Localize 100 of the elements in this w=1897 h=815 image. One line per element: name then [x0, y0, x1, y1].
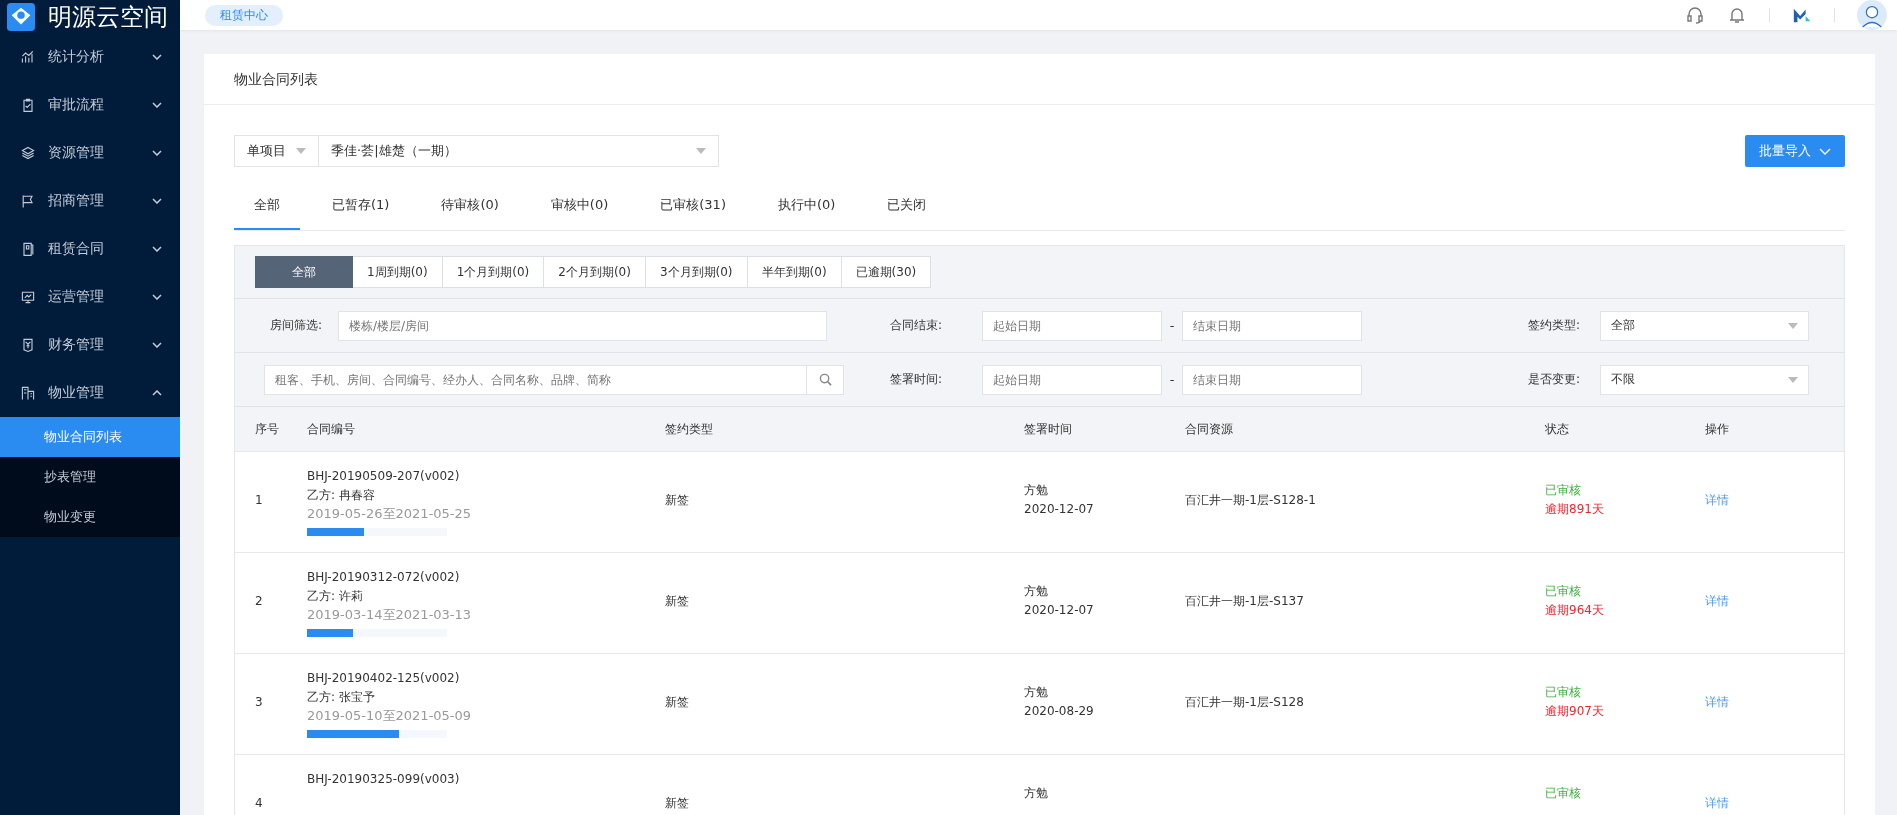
tenant-name: 乙方: 许莉 [307, 588, 363, 604]
chevron-down-icon [152, 342, 162, 348]
chevron-down-icon [152, 198, 162, 204]
overdue-text: 逾期907天 [1545, 703, 1604, 719]
date-separator: - [1168, 372, 1176, 387]
end-date-field[interactable]: 结束日期 [1182, 310, 1362, 341]
status-text: 已审核 [1545, 482, 1581, 498]
submenu-item[interactable]: 抄表管理 [0, 457, 180, 497]
filter-select[interactable]: 不限 [1600, 364, 1809, 395]
room-field[interactable]: 楼栋/楼层/房间 [338, 310, 827, 341]
sign-type: 新签 [665, 492, 690, 508]
status-tab[interactable]: 全部 [234, 184, 300, 230]
status-tab[interactable]: 待审核(0) [421, 184, 519, 230]
chevron-down-icon [152, 150, 162, 156]
expiry-tab[interactable]: 1周到期(0) [353, 256, 443, 288]
menu-icon [20, 49, 36, 65]
status-text: 已审核 [1545, 583, 1581, 599]
menu-icon [20, 289, 36, 305]
menu-icon [20, 337, 36, 353]
filter-label: 房间筛选: [270, 317, 324, 334]
status-tab[interactable]: 已审核(31) [640, 184, 746, 230]
contract-resource: 百汇井一期-1层-S137 [1185, 593, 1305, 609]
menu-item[interactable]: 物业管理 [0, 369, 180, 417]
status-text: 已审核 [1545, 684, 1581, 700]
column-header: 操作 [1705, 420, 1730, 438]
status-tab[interactable]: 已关闭 [867, 184, 947, 230]
menu-icon [20, 193, 36, 209]
expiry-tab[interactable]: 已逾期(30) [841, 256, 932, 288]
start-date-field[interactable]: 起始日期 [982, 310, 1162, 341]
row-number: 2 [254, 593, 264, 609]
signer-name: 方勉 [1024, 482, 1048, 498]
expiry-tab[interactable]: 3个月到期(0) [645, 256, 748, 288]
end-date-field[interactable]: 结束日期 [1182, 364, 1362, 395]
row-number: 1 [254, 492, 264, 508]
sign-type: 新签 [665, 795, 690, 811]
signer-name: 方勉 [1024, 785, 1048, 801]
menu-item[interactable]: 租赁合同 [0, 225, 180, 273]
contract-resource: 百汇井一期-1层-S128-1 [1185, 492, 1317, 508]
search-icon[interactable] [818, 373, 832, 386]
contract-code: BHJ-20190402-125(v002) [307, 670, 460, 686]
sign-date: 2020-08-29 [1024, 703, 1094, 719]
column-header: 签约类型 [665, 420, 714, 438]
overdue-text: 逾期891天 [1545, 501, 1604, 517]
menu-icon [20, 145, 36, 161]
menu-item[interactable]: 招商管理 [0, 177, 180, 225]
expiry-tab[interactable]: 2个月到期(0) [544, 256, 646, 288]
status-tab[interactable]: 审核中(0) [530, 184, 629, 230]
column-header: 合同资源 [1185, 420, 1234, 438]
row-number: 3 [254, 694, 264, 710]
chevron-down-icon [152, 102, 162, 108]
expiry-tab[interactable]: 全部 [255, 256, 353, 288]
menu-item[interactable]: 资源管理 [0, 129, 180, 177]
signer-name: 方勉 [1024, 583, 1048, 599]
date-separator: - [1168, 318, 1176, 333]
contract-resource: 百汇井一期-1层-S128 [1185, 694, 1305, 710]
filter-label: 合同结束: [890, 317, 944, 334]
tenant-name: 乙方: 冉春容 [307, 487, 375, 503]
menu-icon [20, 385, 36, 401]
submenu-item[interactable]: 物业变更 [0, 497, 180, 537]
menu-item[interactable]: 审批流程 [0, 81, 180, 129]
row-number: 4 [254, 795, 264, 811]
signer-name: 方勉 [1024, 684, 1048, 700]
sign-type: 新签 [665, 694, 690, 710]
expiry-tab[interactable]: 半年到期(0) [747, 256, 842, 288]
contract-period: 2019-05-26至2021-05-25 [307, 506, 472, 522]
start-date-field[interactable]: 起始日期 [982, 364, 1162, 395]
tenant-name: 乙方: 张宝予 [307, 689, 375, 705]
logo-icon [6, 2, 36, 31]
chevron-down-icon [152, 294, 162, 300]
column-header: 状态 [1545, 420, 1570, 438]
brand-name: 明源云空间 [48, 1, 168, 33]
user-avatar[interactable] [1857, 0, 1887, 30]
sign-date: 2020-12-07 [1024, 602, 1094, 618]
column-header: 签署时间 [1024, 420, 1073, 438]
sign-type: 新签 [665, 593, 690, 609]
status-tab[interactable]: 已暂存(1) [312, 184, 410, 230]
filter-select[interactable]: 全部 [1600, 310, 1809, 341]
menu-item[interactable]: 运营管理 [0, 273, 180, 321]
contract-code: BHJ-20190509-207(v002) [307, 468, 460, 484]
menu-item[interactable]: 统计分析 [0, 33, 180, 81]
menu-icon [20, 97, 36, 113]
column-header: 合同编号 [307, 420, 356, 438]
menu-icon [20, 241, 36, 257]
bell-icon[interactable] [1727, 5, 1747, 25]
chevron-down-icon [152, 246, 162, 252]
contract-period: 2019-03-14至2021-03-13 [307, 607, 472, 623]
expiry-tab[interactable]: 1个月到期(0) [442, 256, 545, 288]
contract-code: BHJ-20190312-072(v002) [307, 569, 460, 585]
contract-code: BHJ-20190325-099(v003) [307, 771, 460, 787]
overdue-text: 逾期964天 [1545, 602, 1604, 618]
chevron-up-icon [152, 390, 162, 396]
status-tab[interactable]: 执行中(0) [757, 184, 856, 230]
column-header: 序号 [254, 420, 280, 438]
filter-label: 是否变更: [1527, 371, 1580, 388]
filter-label: 签署时间: [890, 371, 944, 388]
chevron-down-icon [1819, 147, 1831, 155]
page-title: 物业合同列表 [204, 54, 1875, 105]
headset-icon[interactable] [1685, 5, 1705, 25]
status-text: 已审核 [1545, 785, 1581, 801]
menu-item[interactable]: 财务管理 [0, 321, 180, 369]
